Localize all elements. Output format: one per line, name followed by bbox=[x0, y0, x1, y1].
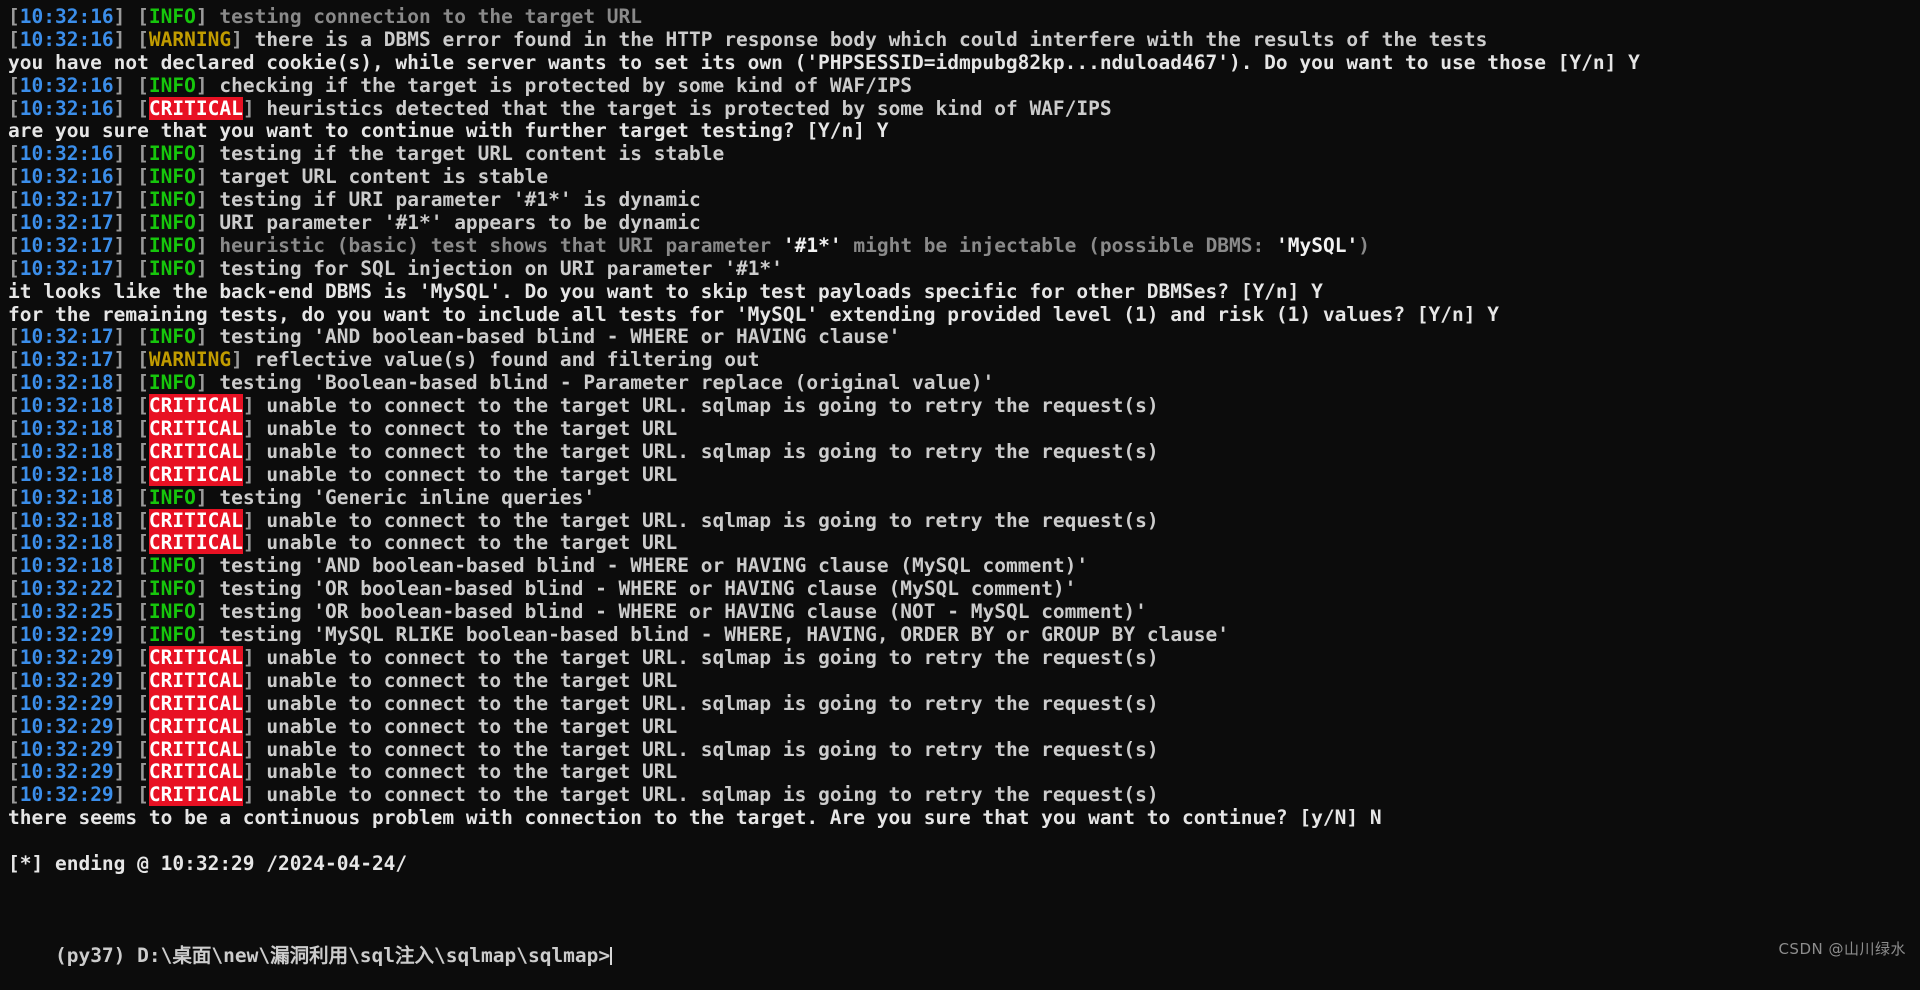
log-line: [10:32:18] [CRITICAL] unable to connect … bbox=[8, 439, 1159, 463]
log-line: [10:32:18] [CRITICAL] unable to connect … bbox=[8, 462, 678, 486]
log-line: [*] ending @ 10:32:29 /2024-04-24/ bbox=[8, 851, 408, 875]
log-line: [10:32:29] [CRITICAL] unable to connect … bbox=[8, 668, 678, 692]
text-cursor bbox=[610, 946, 613, 965]
log-line: [10:32:22] [INFO] testing 'OR boolean-ba… bbox=[8, 577, 1077, 601]
log-line: [10:32:18] [INFO] testing 'Generic inlin… bbox=[8, 485, 596, 509]
log-line: [10:32:29] [CRITICAL] unable to connect … bbox=[8, 760, 678, 784]
log-line: there seems to be a continuous problem w… bbox=[8, 806, 1382, 830]
log-line: are you sure that you want to continue w… bbox=[8, 119, 889, 143]
log-line: [10:32:17] [INFO] testing 'AND boolean-b… bbox=[8, 325, 901, 349]
log-line: [10:32:16] [INFO] checking if the target… bbox=[8, 73, 913, 97]
log-line: [10:32:17] [INFO] URI parameter '#1*' ap… bbox=[8, 211, 701, 235]
log-line: [10:32:29] [CRITICAL] unable to connect … bbox=[8, 737, 1159, 761]
log-line: [10:32:29] [INFO] testing 'MySQL RLIKE b… bbox=[8, 623, 1230, 647]
log-line: [10:32:18] [CRITICAL] unable to connect … bbox=[8, 531, 678, 555]
log-line: [10:32:16] [INFO] testing if the target … bbox=[8, 142, 725, 166]
log-line: [10:32:17] [WARNING] reflective value(s)… bbox=[8, 348, 760, 372]
prompt-text: (py37) D:\桌面\new\漏洞利用\sql注入\sqlmap\sqlma… bbox=[54, 943, 611, 967]
terminal-output: [10:32:16] [INFO] testing connection to … bbox=[0, 5, 1920, 922]
log-line: [10:32:17] [INFO] heuristic (basic) test… bbox=[8, 233, 1370, 257]
watermark-label: CSDN @山川绿水 bbox=[1778, 940, 1906, 958]
log-line: [10:32:17] [INFO] testing if URI paramet… bbox=[8, 188, 701, 212]
shell-prompt-line[interactable]: (py37) D:\桌面\new\漏洞利用\sql注入\sqlmap\sqlma… bbox=[0, 922, 1920, 966]
log-line: [10:32:16] [CRITICAL] heuristics detecte… bbox=[8, 96, 1112, 120]
log-line: it looks like the back-end DBMS is 'MySQ… bbox=[8, 279, 1323, 303]
log-line: [10:32:18] [INFO] testing 'AND boolean-b… bbox=[8, 554, 1089, 578]
log-line: [10:32:29] [CRITICAL] unable to connect … bbox=[8, 783, 1159, 807]
log-line: [10:32:18] [CRITICAL] unable to connect … bbox=[8, 508, 1159, 532]
log-line: [10:32:16] [INFO] target URL content is … bbox=[8, 165, 549, 189]
log-line: [10:32:17] [INFO] testing for SQL inject… bbox=[8, 256, 783, 280]
log-line: you have not declared cookie(s), while s… bbox=[8, 50, 1640, 74]
log-line: [10:32:29] [CRITICAL] unable to connect … bbox=[8, 714, 678, 738]
terminal-window[interactable]: [10:32:16] [INFO] testing connection to … bbox=[0, 0, 1920, 969]
log-line: [10:32:18] [CRITICAL] unable to connect … bbox=[8, 417, 678, 441]
log-line: [10:32:16] [WARNING] there is a DBMS err… bbox=[8, 27, 1488, 51]
log-line: [10:32:29] [CRITICAL] unable to connect … bbox=[8, 645, 1159, 669]
log-line: for the remaining tests, do you want to … bbox=[8, 302, 1499, 326]
log-line: [10:32:18] [INFO] testing 'Boolean-based… bbox=[8, 371, 995, 395]
log-line: [10:32:16] [INFO] testing connection to … bbox=[8, 5, 643, 28]
log-line: [10:32:29] [CRITICAL] unable to connect … bbox=[8, 691, 1159, 715]
log-line: [10:32:25] [INFO] testing 'OR boolean-ba… bbox=[8, 600, 1147, 624]
log-line: [10:32:18] [CRITICAL] unable to connect … bbox=[8, 394, 1159, 418]
